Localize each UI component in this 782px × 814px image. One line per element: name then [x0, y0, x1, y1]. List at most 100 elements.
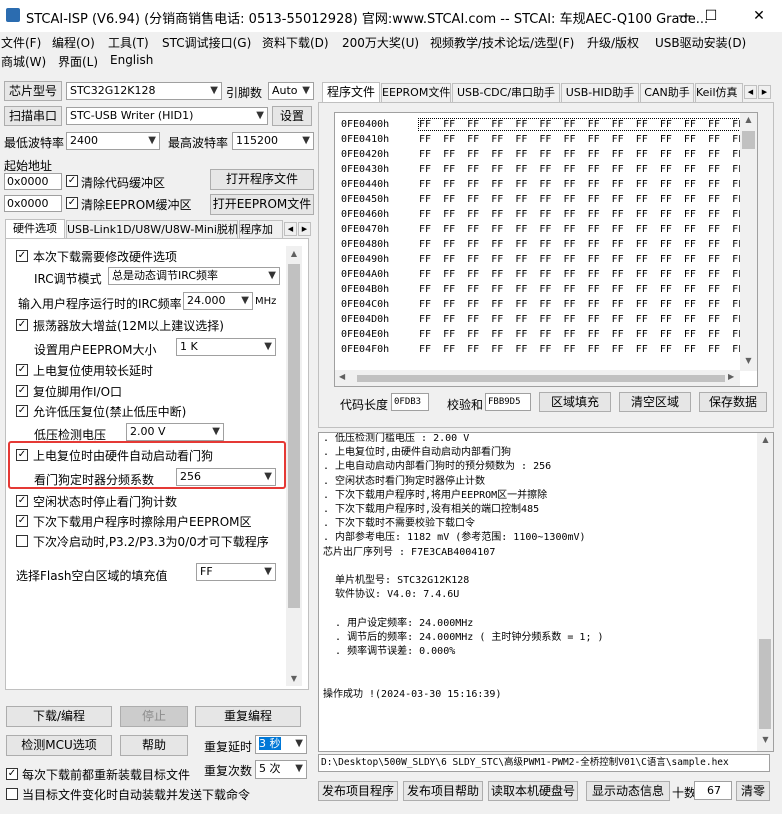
menu-tools[interactable]: 工具(T): [108, 34, 149, 52]
min-baud-select[interactable]: 2400 ▼: [66, 132, 160, 150]
tab-program-encrypt[interactable]: 程序加: [239, 220, 283, 238]
auto-send-checkbox[interactable]: [6, 788, 18, 800]
tab-usb-hid[interactable]: USB-HID助手: [561, 83, 639, 102]
log-output[interactable]: . 低压检测门槛电压 : 2.00 V . 上电复位时,由硬件自动启动内部看门狗.…: [318, 432, 774, 752]
hex-bytes: FF FF FF FF FF FF FF FF FF FF FF FF FF F…: [419, 224, 758, 235]
menu-download[interactable]: 资料下载(D): [262, 34, 329, 52]
tab-usb-cdc[interactable]: USB-CDC/串口助手: [452, 83, 560, 102]
scroll-right-icon[interactable]: ▶: [728, 372, 740, 384]
scroll-down-icon[interactable]: ▼: [759, 735, 772, 748]
repeat-delay-select[interactable]: 3 秒 ▼: [255, 735, 307, 754]
osc-gain-checkbox[interactable]: ✓: [16, 319, 28, 331]
maximize-button[interactable]: ☐: [688, 0, 734, 32]
tab-scroll-right[interactable]: ▶: [298, 222, 311, 236]
help-button[interactable]: 帮助: [120, 735, 188, 756]
reset-io-checkbox[interactable]: ✓: [16, 385, 28, 397]
menu-debug[interactable]: STC调试接口(G): [162, 34, 251, 52]
hex-bytes: FF FF FF FF FF FF FF FF FF FF FF FF FF F…: [419, 209, 758, 220]
detect-mcu-button[interactable]: 检测MCU选项: [6, 735, 112, 756]
scroll-up-icon[interactable]: ▲: [759, 435, 772, 448]
stop-button[interactable]: 停止: [120, 706, 188, 727]
scan-port-button[interactable]: 扫描串口: [4, 106, 62, 126]
hex-view[interactable]: 0FE0400h FF FF FF FF FF FF FF FF FF FF FF…: [334, 112, 758, 387]
hex-address: 0FE0430h: [341, 164, 390, 175]
wdt-auto-checkbox[interactable]: ✓: [16, 449, 28, 461]
file-path-field[interactable]: D:\Desktop\500W_SLDY\6 SLDY_STC\高级PWM1-P…: [318, 754, 770, 772]
app-icon: [6, 8, 20, 22]
publish-help-button[interactable]: 发布项目帮助: [403, 781, 483, 801]
menu-prize[interactable]: 200万大奖(U): [342, 34, 419, 52]
right-tab-scroll-left[interactable]: ◀: [744, 85, 757, 99]
hex-hscroll-thumb[interactable]: [357, 375, 725, 382]
cold-boot-checkbox[interactable]: [16, 535, 28, 547]
modify-hw-checkbox[interactable]: ✓: [16, 250, 28, 262]
chip-model-select[interactable]: STC32G12K128 ▼: [66, 82, 222, 100]
repeat-program-button[interactable]: 重复编程: [195, 706, 301, 727]
wdt-div-select[interactable]: 256 ▼: [176, 468, 276, 486]
fill-area-button[interactable]: 区域填充: [539, 392, 611, 412]
publish-project-button[interactable]: 发布项目程序: [318, 781, 398, 801]
menu-file[interactable]: 文件(F): [1, 34, 41, 52]
menu-shop[interactable]: 商城(W): [1, 53, 46, 71]
code-address-input[interactable]: 0x0000: [4, 173, 62, 190]
read-disk-id-button[interactable]: 读取本机硬盘号: [488, 781, 578, 801]
erase-eeprom-checkbox[interactable]: ✓: [16, 515, 28, 527]
log-scroll-thumb[interactable]: [759, 639, 771, 729]
download-button[interactable]: 下载/编程: [6, 706, 112, 727]
scroll-down-icon[interactable]: ▼: [741, 356, 756, 369]
menu-english[interactable]: English: [110, 53, 153, 71]
menu-program[interactable]: 编程(O): [52, 34, 95, 52]
long-delay-checkbox[interactable]: ✓: [16, 364, 28, 376]
repeat-count-select[interactable]: 5 次 ▼: [255, 760, 307, 779]
scroll-thumb[interactable]: [288, 264, 300, 608]
clear-code-checkbox[interactable]: ✓: [66, 175, 78, 187]
menu-interface[interactable]: 界面(L): [58, 53, 98, 71]
tab-hardware-options[interactable]: 硬件选项: [5, 219, 65, 238]
tab-usb-link[interactable]: USB-Link1D/U8W/U8W-Mini脱机: [66, 220, 238, 238]
lvd-reset-checkbox[interactable]: ✓: [16, 405, 28, 417]
save-data-button[interactable]: 保存数据: [699, 392, 767, 412]
idle-wdt-checkbox[interactable]: ✓: [16, 495, 28, 507]
menu-video[interactable]: 视频教学/技术论坛/选型(F): [430, 34, 574, 52]
chip-model-button[interactable]: 芯片型号: [4, 81, 62, 101]
scroll-left-icon[interactable]: ◀: [339, 372, 351, 384]
scroll-down-icon[interactable]: ▼: [287, 672, 301, 686]
hex-address: 0FE0420h: [341, 149, 390, 160]
settings-button[interactable]: 设置: [272, 106, 312, 126]
eeprom-size-select[interactable]: 1 K ▼: [176, 338, 276, 356]
close-button[interactable]: ✕: [736, 0, 782, 32]
hex-vscrollbar[interactable]: [740, 113, 757, 371]
hex-row: 0FE0470h FF FF FF FF FF FF FF FF FF FF FF…: [341, 222, 758, 237]
tab-program-file[interactable]: 程序文件: [322, 82, 380, 102]
lvd-voltage-select[interactable]: 2.00 V ▼: [126, 423, 224, 441]
right-tab-scroll-right[interactable]: ▶: [758, 85, 771, 99]
fill-value-select[interactable]: FF ▼: [196, 563, 276, 581]
tab-can[interactable]: CAN助手: [640, 83, 694, 102]
irc-freq-select[interactable]: 24.000 ▼: [183, 292, 253, 310]
open-eeprom-button[interactable]: 打开EEPROM文件: [210, 194, 314, 215]
clear-eeprom-label: 清除EEPROM缓冲区: [81, 198, 192, 212]
open-program-button[interactable]: 打开程序文件: [210, 169, 314, 190]
tab-eeprom-file[interactable]: EEPROM文件: [381, 83, 451, 102]
tab-keil[interactable]: Keil仿真: [695, 83, 743, 102]
hex-address: 0FE0470h: [341, 224, 390, 235]
max-baud-select[interactable]: 115200 ▼: [232, 132, 314, 150]
clear-counter-button[interactable]: 清零: [736, 781, 770, 801]
clear-area-button[interactable]: 清空区域: [619, 392, 691, 412]
show-dynamic-info-button[interactable]: 显示动态信息: [586, 781, 670, 801]
scroll-up-icon[interactable]: ▲: [287, 247, 301, 261]
port-select[interactable]: STC-USB Writer (HID1) ▼: [66, 107, 268, 125]
hex-address: 0FE04F0h: [341, 344, 390, 355]
hex-vscroll-thumb[interactable]: [742, 131, 755, 149]
clear-eeprom-checkbox[interactable]: ✓: [66, 197, 78, 209]
irc-mode-select[interactable]: 总是动态调节IRC频率 ▼: [108, 267, 280, 285]
reload-each-checkbox[interactable]: ✓: [6, 768, 18, 780]
menu-upgrade[interactable]: 升级/版权: [587, 34, 639, 52]
hex-address: 0FE0400h: [341, 119, 390, 130]
menu-usb-driver[interactable]: USB驱动安装(D): [655, 34, 746, 52]
scroll-up-icon[interactable]: ▲: [741, 115, 756, 128]
pin-count-select[interactable]: Auto ▼: [268, 82, 314, 100]
hex-bytes: FF FF FF FF FF FF FF FF FF FF FF FF FF F…: [419, 299, 758, 310]
tab-scroll-left[interactable]: ◀: [284, 222, 297, 236]
eeprom-address-input[interactable]: 0x0000: [4, 195, 62, 212]
